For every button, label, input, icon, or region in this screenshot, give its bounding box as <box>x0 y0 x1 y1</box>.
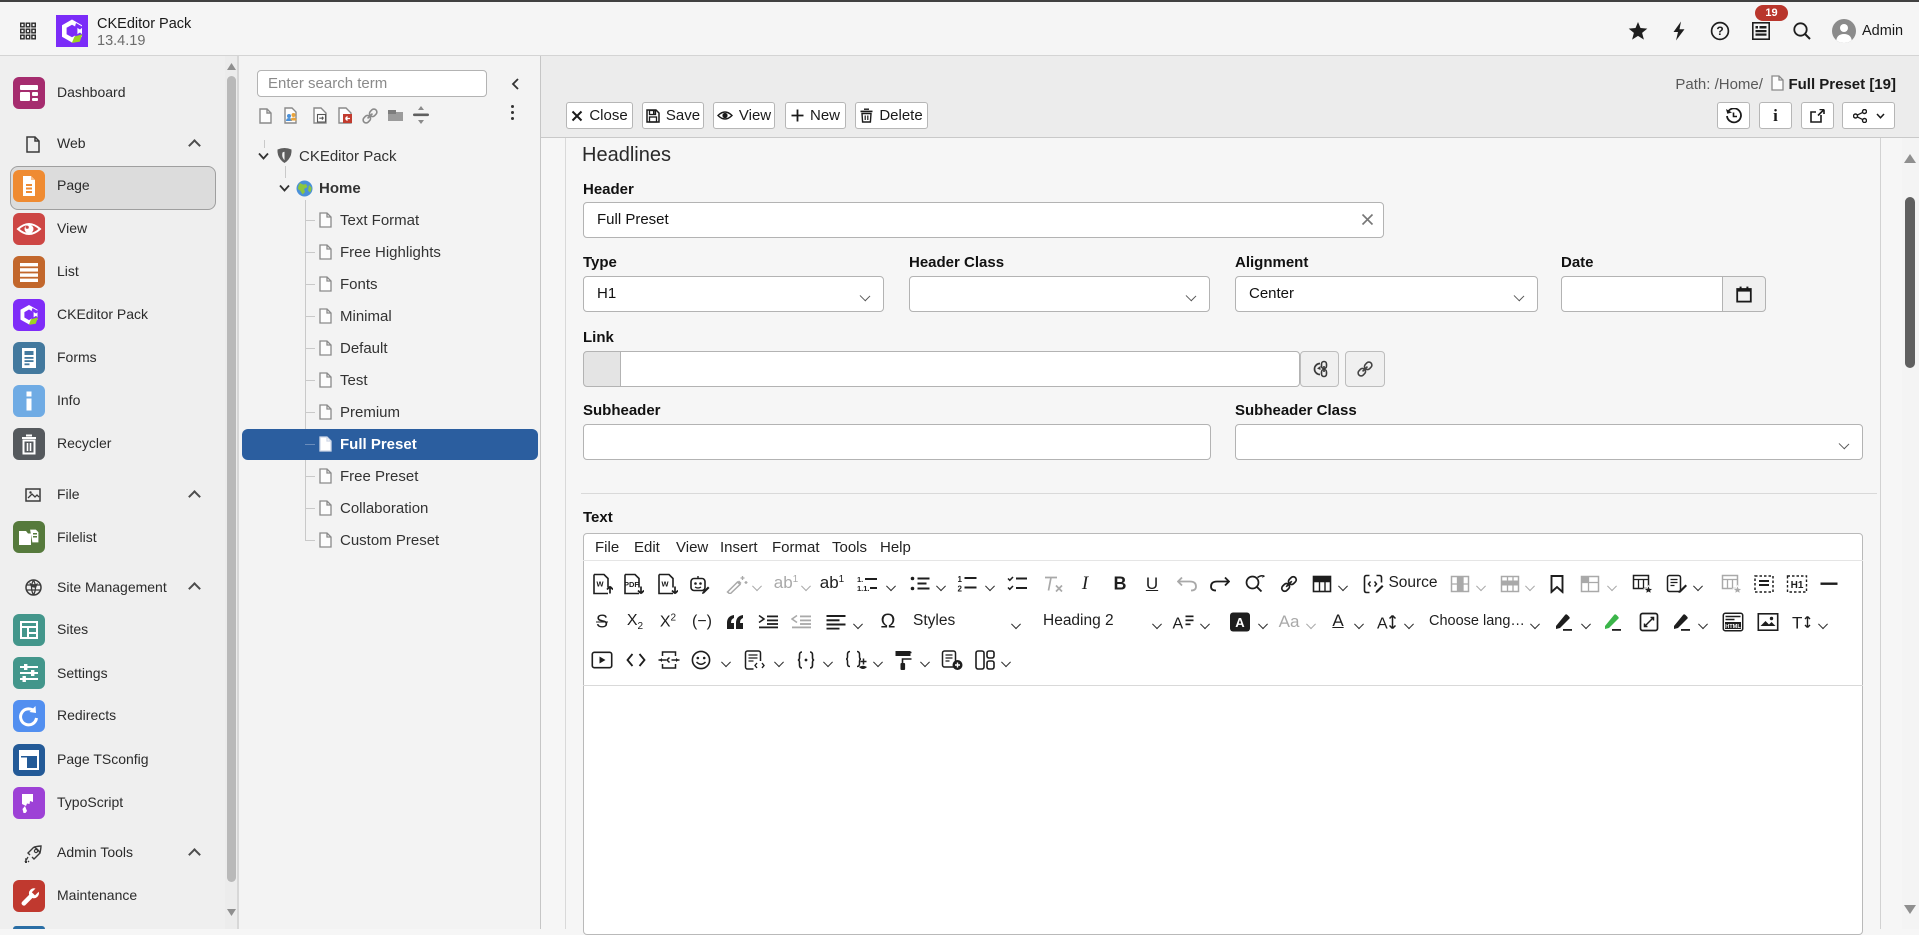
svg-text:2: 2 <box>958 585 963 593</box>
svg-text:H1: H1 <box>1791 580 1804 591</box>
svg-text:T: T <box>1792 614 1802 631</box>
svg-text:HTML: HTML <box>1725 624 1741 630</box>
svg-text:A: A <box>1173 616 1184 631</box>
svg-text:w: w <box>595 579 604 589</box>
svg-text:1.: 1. <box>857 575 863 584</box>
svg-text:1: 1 <box>958 576 963 585</box>
svg-text:1.1.: 1.1. <box>857 584 870 593</box>
svg-text:?: ? <box>1716 24 1723 38</box>
svg-text:A: A <box>1235 615 1245 630</box>
svg-text:A: A <box>1377 616 1388 631</box>
svg-text:PDF: PDF <box>624 580 639 589</box>
svg-text:w: w <box>660 579 669 589</box>
